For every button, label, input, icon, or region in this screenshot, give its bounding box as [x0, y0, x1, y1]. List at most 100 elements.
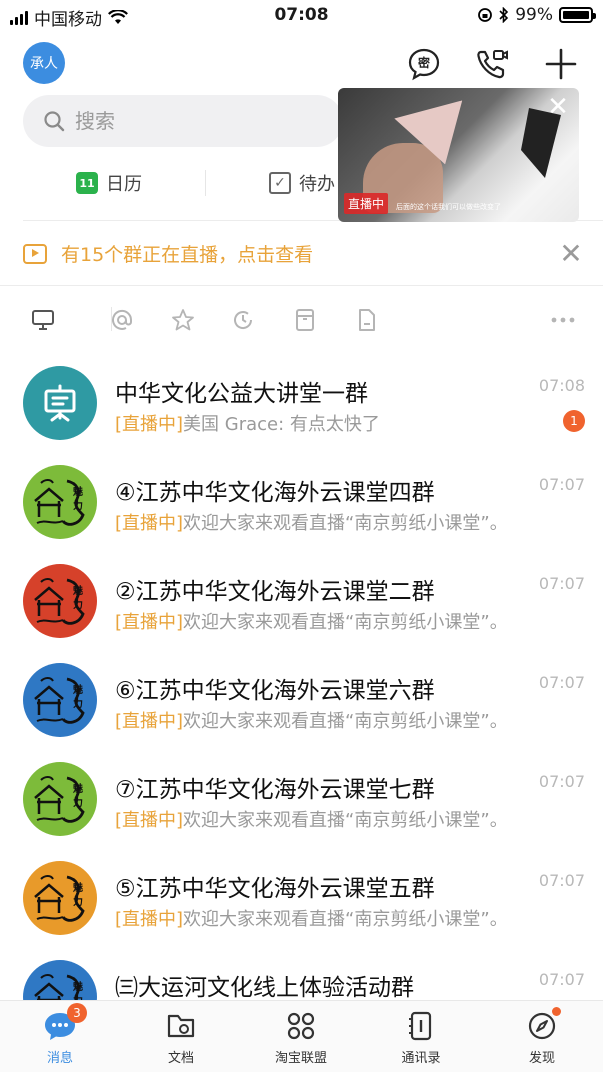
- svg-text:魅: 魅: [73, 881, 83, 894]
- conversation-row[interactable]: 中华文化公益大讲堂一群 [直播中]美国 Grace: 有点太快了 07:08 1: [0, 352, 603, 451]
- live-banner[interactable]: 有15个群正在直播，点击查看: [23, 240, 313, 267]
- conversation-title: ②江苏中华文化海外云课堂二群: [115, 579, 435, 605]
- todo-shortcut[interactable]: ✓ 待办: [269, 170, 335, 196]
- conversation-time: 07:07: [538, 871, 585, 890]
- bluetooth-icon: [499, 7, 509, 23]
- svg-text:魅: 魅: [73, 683, 83, 696]
- battery-percent: 99%: [515, 5, 553, 25]
- clock-icon[interactable]: [228, 305, 258, 335]
- tab-contacts[interactable]: 通讯录: [376, 1009, 466, 1069]
- svg-text:密: 密: [418, 55, 430, 70]
- svg-text:力: 力: [73, 796, 83, 809]
- live-status-label: [直播中]: [115, 513, 184, 534]
- chat-bubble-icon: 3: [43, 1003, 87, 1043]
- video-call-icon[interactable]: [472, 44, 512, 84]
- last-message: 欢迎大家来观看直播“南京剪纸小课堂”。: [183, 612, 508, 633]
- secret-chat-icon[interactable]: 密: [404, 44, 444, 84]
- group-logo-icon: [44, 384, 76, 422]
- checkbox-icon: ✓: [269, 172, 291, 194]
- svg-text:魅: 魅: [73, 782, 83, 795]
- tab-messages[interactable]: 3 消息: [15, 1003, 105, 1069]
- at-icon[interactable]: [107, 305, 137, 335]
- last-message: 欢迎大家来观看直播“南京剪纸小课堂”。: [183, 909, 508, 930]
- notification-dot: [552, 1007, 561, 1016]
- group-avatar: 魅力: [23, 762, 97, 836]
- filter-bar: [28, 305, 580, 335]
- live-banner-text: 有15个群正在直播，点击查看: [61, 244, 314, 266]
- calendar-shortcut[interactable]: 11 日历: [76, 170, 142, 196]
- live-video-window[interactable]: ✕ 直播中 后面的这个话我们可以做些改变了: [338, 88, 579, 222]
- conversation-title: ㈢大运河文化线上体验活动群: [115, 975, 414, 1001]
- svg-text:魅: 魅: [73, 485, 83, 498]
- group-avatar: 魅力: [23, 564, 97, 638]
- conversation-row[interactable]: 魅力 ⑥江苏中华文化海外云课堂六群 [直播中]欢迎大家来观看直播“南京剪纸小课堂”。…: [0, 649, 603, 748]
- conversation-title: ④江苏中华文化海外云课堂四群: [115, 480, 435, 506]
- svg-text:力: 力: [73, 697, 83, 710]
- folder-icon: [164, 1009, 198, 1043]
- conversation-title: ⑦江苏中华文化海外云课堂七群: [115, 777, 435, 803]
- unread-badge: 3: [67, 1003, 87, 1023]
- last-message: 欢迎大家来观看直播“南京剪纸小课堂”。: [183, 810, 508, 831]
- conversation-row[interactable]: 魅力 ②江苏中华文化海外云课堂二群 [直播中]欢迎大家来观看直播“南京剪纸小课堂”。…: [0, 550, 603, 649]
- live-status-label: [直播中]: [115, 612, 184, 633]
- conversation-preview: [直播中]欢迎大家来观看直播“南京剪纸小课堂”。: [115, 707, 570, 733]
- archive-icon[interactable]: [290, 305, 320, 335]
- tab-label: 消息: [46, 1051, 73, 1066]
- tab-taobao-union[interactable]: 淘宝联盟: [256, 1009, 346, 1069]
- conversation-preview: [直播中]欢迎大家来观看直播“南京剪纸小课堂”。: [115, 509, 570, 535]
- group-avatar: 魅力: [23, 663, 97, 737]
- live-status-label: [直播中]: [115, 414, 184, 435]
- conversation-time: 07:07: [538, 574, 585, 593]
- calendar-label: 日历: [106, 174, 142, 195]
- conversation-preview: [直播中]欢迎大家来观看直播“南京剪纸小课堂”。: [115, 608, 570, 634]
- svg-text:力: 力: [73, 895, 83, 908]
- live-status-label: [直播中]: [115, 711, 184, 732]
- conversation-preview: [直播中]美国 Grace: 有点太快了: [115, 410, 570, 436]
- more-icon[interactable]: [548, 305, 578, 335]
- live-status-label: [直播中]: [115, 909, 184, 930]
- last-message: 欢迎大家来观看直播“南京剪纸小课堂”。: [183, 513, 508, 534]
- svg-text:魅: 魅: [73, 980, 83, 993]
- tab-label: 淘宝联盟: [274, 1051, 327, 1066]
- status-bar: 中国移动 07:08 99%: [0, 0, 603, 34]
- plus-icon[interactable]: [541, 44, 581, 84]
- my-avatar[interactable]: 承人: [23, 42, 65, 84]
- divider: [0, 285, 603, 286]
- conversation-time: 07:07: [538, 475, 585, 494]
- tab-bar: 3 消息 文档 淘宝联盟 通讯录 发现: [0, 1000, 603, 1072]
- group-logo-icon: 魅力: [34, 776, 85, 823]
- star-icon[interactable]: [168, 305, 198, 335]
- conversation-preview: [直播中]欢迎大家来观看直播“南京剪纸小课堂”。: [115, 806, 570, 832]
- group-logo-icon: 魅力: [34, 479, 85, 526]
- monitor-icon[interactable]: [28, 305, 58, 335]
- conversation-row[interactable]: 魅力 ④江苏中华文化海外云课堂四群 [直播中]欢迎大家来观看直播“南京剪纸小课堂”。…: [0, 451, 603, 550]
- tab-discover[interactable]: 发现: [497, 1007, 587, 1069]
- search-input[interactable]: [75, 109, 275, 133]
- conversation-time: 07:07: [538, 970, 585, 989]
- battery-fill: [563, 11, 589, 19]
- status-right: 99%: [477, 5, 596, 25]
- conversation-title: 中华文化公益大讲堂一群: [115, 381, 368, 407]
- conversation-preview: [直播中]欢迎大家来观看直播“南京剪纸小课堂”。: [115, 905, 570, 931]
- close-icon[interactable]: ✕: [557, 240, 585, 268]
- tab-label: 文档: [167, 1051, 194, 1066]
- close-icon[interactable]: ✕: [545, 94, 571, 120]
- grid-icon: [284, 1009, 318, 1043]
- svg-text:魅: 魅: [73, 584, 83, 597]
- last-message: 美国 Grace: 有点太快了: [183, 414, 380, 435]
- battery-icon: [559, 7, 596, 23]
- search-bar[interactable]: [23, 95, 343, 147]
- tab-docs[interactable]: 文档: [136, 1009, 226, 1069]
- calendar-icon: 11: [76, 172, 98, 194]
- svg-text:力: 力: [73, 598, 83, 611]
- conversation-title: ⑤江苏中华文化海外云课堂五群: [115, 876, 435, 902]
- group-logo-icon: 魅力: [34, 875, 85, 922]
- live-status-label: [直播中]: [115, 810, 184, 831]
- document-icon[interactable]: [352, 305, 382, 335]
- conversation-row[interactable]: 魅力 ⑦江苏中华文化海外云课堂七群 [直播中]欢迎大家来观看直播“南京剪纸小课堂”。…: [0, 748, 603, 847]
- conversation-time: 07:07: [538, 673, 585, 692]
- contacts-book-icon: [404, 1009, 438, 1043]
- conversation-row[interactable]: 魅力 ⑤江苏中华文化海外云课堂五群 [直播中]欢迎大家来观看直播“南京剪纸小课堂”。…: [0, 847, 603, 946]
- group-avatar: [23, 366, 97, 440]
- group-avatar: 魅力: [23, 465, 97, 539]
